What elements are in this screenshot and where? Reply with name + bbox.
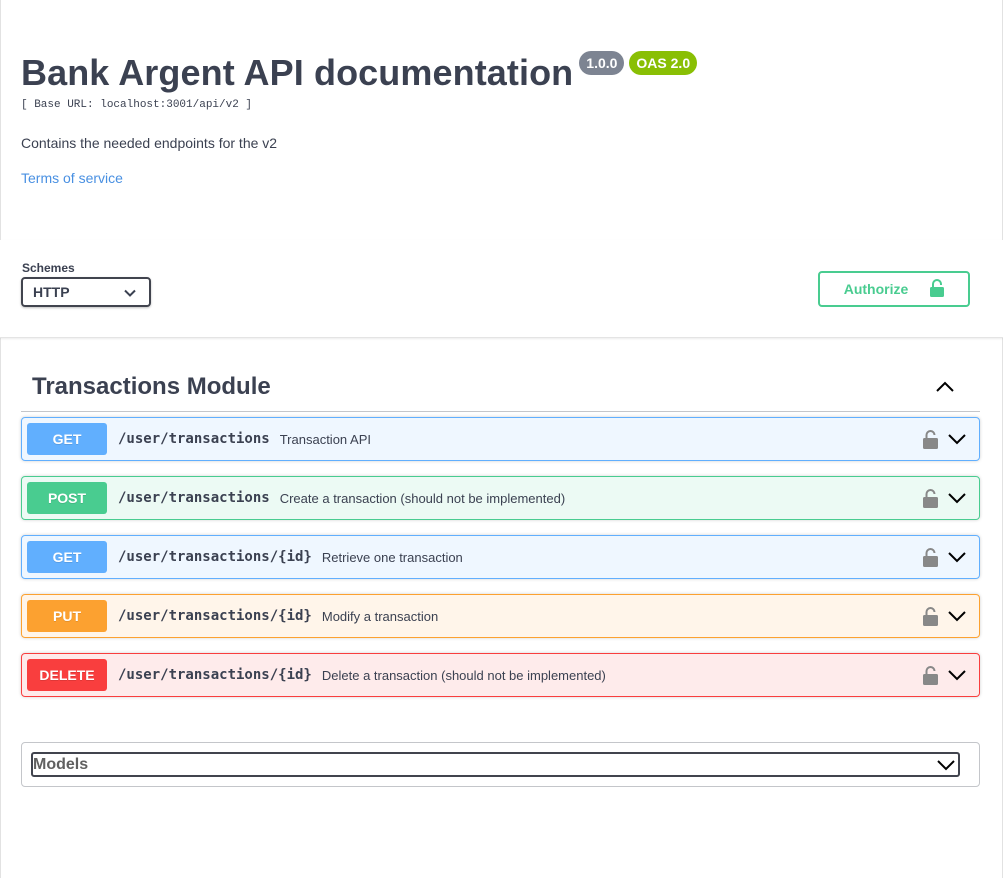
operation-path: /user/transactions: [118, 431, 270, 447]
chevron-down-icon: [124, 284, 136, 300]
lock-icon: [930, 278, 945, 300]
terms-of-service-link[interactable]: Terms of service: [21, 170, 123, 186]
operation-summary: Create a transaction (should not be impl…: [279, 490, 566, 506]
operation-post-transactions[interactable]: POST /user/transactions Create a transac…: [21, 476, 980, 520]
base-url: [ Base URL: localhost:3001/api/v2 ]: [21, 99, 253, 111]
schemes-selected-value: HTTP: [33, 284, 70, 300]
schemes-label: Schemes: [22, 261, 75, 275]
operation-path: /user/transactions: [118, 490, 270, 506]
operation-path: /user/transactions/{id}: [118, 667, 312, 683]
lock-icon[interactable]: [923, 429, 939, 449]
tag-title: Transactions Module: [32, 372, 271, 400]
api-info: Bank Argent API documentation 1.0.0 OAS …: [21, 48, 981, 188]
lock-icon[interactable]: [923, 547, 939, 567]
lock-icon[interactable]: [923, 488, 939, 508]
authorize-label: Authorize: [843, 281, 909, 297]
page-title: Bank Argent API documentation: [21, 52, 574, 93]
scheme-container: Schemes HTTP Authorize: [0, 240, 1003, 338]
chevron-up-icon[interactable]: [925, 367, 965, 407]
models-title: Models: [33, 755, 89, 773]
tag-section-header[interactable]: Transactions Module: [21, 362, 980, 412]
operation-summary: Retrieve one transaction: [321, 549, 463, 565]
operation-path: /user/transactions/{id}: [118, 549, 312, 565]
api-description: Contains the needed endpoints for the v2: [21, 135, 278, 151]
operation-get-transactions[interactable]: GET /user/transactions Transaction API: [21, 417, 980, 461]
authorize-button[interactable]: Authorize: [818, 271, 970, 307]
chevron-down-icon[interactable]: [947, 547, 967, 567]
chevron-down-icon: [936, 755, 956, 775]
method-badge: GET: [27, 423, 107, 455]
version-badge: 1.0.0: [579, 51, 625, 75]
method-badge: DELETE: [27, 659, 107, 691]
schemes-select[interactable]: HTTP: [21, 277, 151, 307]
models-section: Models: [21, 742, 980, 787]
lock-icon[interactable]: [923, 665, 939, 685]
lock-icon[interactable]: [923, 606, 939, 626]
operation-put-transaction-by-id[interactable]: PUT /user/transactions/{id} Modify a tra…: [21, 594, 980, 638]
chevron-down-icon[interactable]: [947, 606, 967, 626]
chevron-down-icon[interactable]: [947, 488, 967, 508]
operation-summary: Modify a transaction: [321, 608, 439, 624]
method-badge: POST: [27, 482, 107, 514]
operation-get-transaction-by-id[interactable]: GET /user/transactions/{id} Retrieve one…: [21, 535, 980, 579]
models-toggle-button[interactable]: Models: [31, 752, 960, 777]
operation-path: /user/transactions/{id}: [118, 608, 312, 624]
oas-badge: OAS 2.0: [629, 51, 698, 75]
operation-summary: Delete a transaction (should not be impl…: [321, 667, 606, 683]
chevron-down-icon[interactable]: [947, 429, 967, 449]
method-badge: GET: [27, 541, 107, 573]
method-badge: PUT: [27, 600, 107, 632]
operation-delete-transaction-by-id[interactable]: DELETE /user/transactions/{id} Delete a …: [21, 653, 980, 697]
chevron-down-icon[interactable]: [947, 665, 967, 685]
operation-summary: Transaction API: [279, 431, 372, 447]
